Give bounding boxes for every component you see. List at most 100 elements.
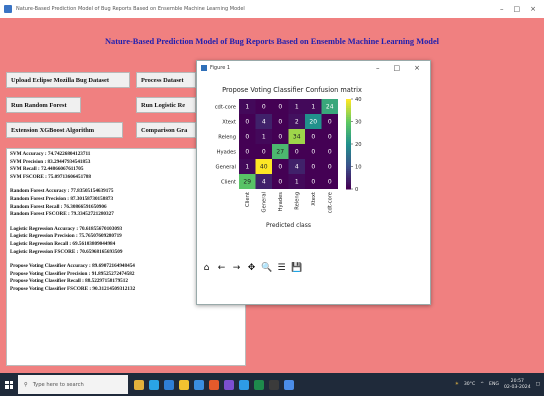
forward-arrow-icon[interactable]: → (231, 263, 242, 273)
cell-value-label: 0 (328, 119, 332, 126)
x-tick-label: Client (245, 192, 251, 207)
colorbar-tick-label: 20 (355, 142, 362, 148)
system-tray: ☀ 30°C ^ ENG 20:57 02-03-2024 □ (455, 379, 544, 391)
cell-value-label: 29 (243, 179, 251, 186)
extension-xgboost-button[interactable]: Extension XGBoost Algorithm (6, 122, 123, 138)
cell-value-label: 0 (262, 149, 266, 156)
close-icon[interactable]: × (530, 5, 536, 13)
home-icon[interactable]: ⌂ (201, 263, 212, 273)
cell-value-label: 40 (260, 164, 268, 171)
cell-value-label: 0 (278, 164, 282, 171)
language-indicator[interactable]: ENG (489, 382, 499, 387)
figure-close-icon[interactable]: × (414, 64, 420, 72)
back-arrow-icon[interactable]: ← (216, 263, 227, 273)
windows-logo-icon (5, 380, 13, 389)
taskbar: ⚲ Type here to search ☀ 30°C ^ ENG 20:57… (0, 373, 544, 396)
chart-title: Propose Voting Classifier Confusion matr… (222, 86, 362, 94)
cell-value-label: 4 (262, 119, 266, 126)
app-heading: Nature-Based Prediction Model of Bug Rep… (105, 37, 439, 46)
figure-minimize-icon[interactable]: – (376, 64, 380, 72)
y-tick-label: Xtext (222, 120, 236, 126)
cell-value-label: 0 (245, 149, 249, 156)
save-icon[interactable]: 💾 (291, 263, 302, 273)
figure-app-icon (201, 64, 207, 71)
colorbar-tick-label: 0 (355, 187, 358, 193)
maximize-icon[interactable]: □ (514, 5, 521, 13)
minimize-icon[interactable]: – (500, 5, 504, 13)
cell-value-label: 27 (276, 149, 284, 156)
y-tick-label: Releng (218, 135, 236, 141)
x-tick-label: Releng (294, 192, 300, 210)
cell-value-label: 1 (245, 164, 249, 171)
x-tick-label: Hyades (278, 192, 284, 212)
confusion-matrix-chart: 1 0 0 1 1 240 4 0 2 20 00 1 0 34 0 00 0 27 0 0 01 40 0 4 0 029 4 0 1… (215, 97, 362, 229)
colorbar-tick-label: 30 (355, 120, 362, 126)
comparison-graph-button[interactable]: Comparison Gra (136, 122, 196, 138)
y-tick-label: General (216, 165, 236, 171)
process-dataset-button[interactable]: Process Dataset (136, 72, 196, 88)
taskbar-apps (134, 379, 294, 390)
run-random-forest-button[interactable]: Run Random Forest (6, 97, 81, 113)
x-tick-label: General (261, 192, 267, 212)
tray-arrows-icon[interactable]: ^ (480, 382, 484, 387)
taskbar-app-icon[interactable] (209, 379, 219, 390)
cell-value-label: 4 (262, 179, 266, 186)
cell-value-label: 0 (328, 164, 332, 171)
search-placeholder: Type here to search (32, 381, 84, 388)
cell-value-label: 2 (295, 119, 299, 126)
cell-value-label: 0 (278, 119, 282, 126)
app-icon (4, 5, 12, 13)
clock[interactable]: 20:57 02-03-2024 (504, 379, 531, 391)
upload-dataset-button[interactable]: Upload Eclipse Mozilla Bug Dataset (6, 72, 130, 88)
taskbar-app-icon[interactable] (224, 379, 234, 390)
start-button[interactable] (0, 373, 18, 396)
pan-icon[interactable]: ✥ (246, 263, 257, 273)
y-tick-label: Client (221, 180, 236, 186)
taskbar-app-icon[interactable] (134, 379, 144, 390)
cell-value-label: 0 (278, 134, 282, 141)
taskbar-app-icon[interactable] (179, 379, 189, 390)
taskbar-search-box[interactable]: ⚲ Type here to search (18, 375, 128, 394)
cell-value-label: 34 (293, 134, 301, 141)
y-tick-label: cdt-core (215, 105, 236, 111)
x-tick-label: cdt-core (327, 192, 333, 213)
figure-maximize-icon[interactable]: □ (394, 64, 401, 72)
weather-text: 30°C (463, 382, 476, 387)
taskbar-app-icon[interactable] (194, 379, 204, 390)
figure-title: Figure 1 (210, 64, 231, 71)
weather-icon: ☀ (454, 382, 459, 387)
cell-value-label: 0 (245, 134, 249, 141)
cell-value-label: 0 (295, 149, 299, 156)
colorbar-tick-label: 40 (355, 97, 362, 103)
cell-value-label: 0 (328, 179, 332, 186)
cell-value-label: 0 (262, 104, 266, 111)
cell-value-label: 24 (326, 104, 334, 111)
figure-titlebar: Figure 1 – □ × (197, 61, 430, 74)
cell-value-label: 1 (295, 104, 299, 111)
cell-value-label: 0 (311, 179, 315, 186)
colorbar-segment (346, 186, 351, 190)
taskbar-app-icon[interactable] (284, 379, 294, 390)
figure-window[interactable]: Figure 1 – □ × Propose Voting Classifier… (196, 60, 431, 305)
zoom-icon[interactable]: 🔍 (261, 263, 272, 273)
cell-value-label: 1 (262, 134, 266, 141)
taskbar-app-icon[interactable] (269, 379, 279, 390)
run-logistic-regression-button[interactable]: Run Logistic Re (136, 97, 196, 113)
taskbar-app-icon[interactable] (149, 379, 159, 390)
configure-subplots-icon[interactable]: ☰ (276, 263, 287, 273)
figure-toolbar: ⌂ ← → ✥ 🔍 ☰ 💾 (197, 259, 303, 277)
colorbar-tick-label: 10 (355, 165, 362, 171)
taskbar-app-icon[interactable] (239, 379, 249, 390)
taskbar-app-icon[interactable] (254, 379, 264, 390)
clock-date: 02-03-2024 (503, 384, 531, 390)
taskbar-app-icon[interactable] (164, 379, 174, 390)
notification-icon[interactable]: □ (536, 382, 540, 387)
cell-value-label: 0 (328, 134, 332, 141)
cell-value-label: 1 (311, 104, 315, 111)
cell-value-label: 4 (295, 164, 299, 171)
cell-value-label: 20 (309, 119, 317, 126)
window-title: Nature-Based Prediction Model of Bug Rep… (16, 6, 245, 12)
search-icon: ⚲ (24, 381, 28, 388)
x-axis-label: Predicted class (266, 222, 311, 229)
cell-value-label: 0 (311, 134, 315, 141)
